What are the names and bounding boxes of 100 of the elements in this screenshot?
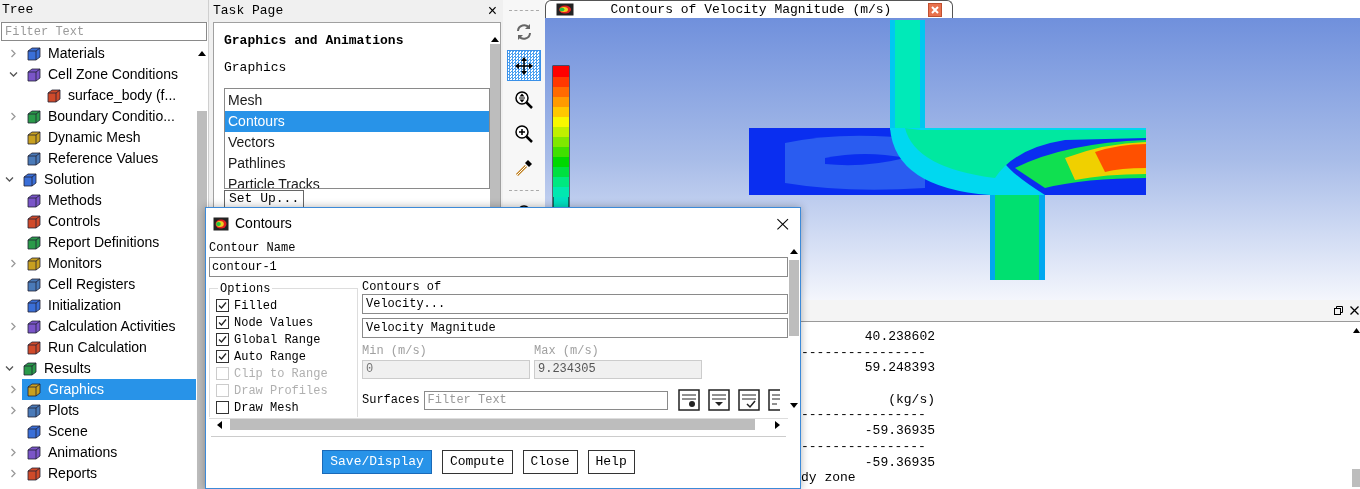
tree-item[interactable]: Calculation Activities bbox=[22, 316, 196, 337]
dialog-button[interactable]: Compute bbox=[441, 450, 513, 474]
cube-icon bbox=[26, 339, 42, 356]
checkbox[interactable] bbox=[216, 401, 229, 414]
dialog-button[interactable]: Help bbox=[587, 450, 635, 474]
filter-field[interactable]: Filter Text bbox=[423, 390, 668, 410]
list-item[interactable]: Pathlines bbox=[225, 152, 489, 174]
tree-item[interactable]: Results bbox=[18, 358, 196, 379]
console-rule: ---------------- bbox=[801, 407, 927, 424]
tree-item[interactable]: Boundary Conditio... bbox=[22, 106, 196, 127]
cube-icon bbox=[22, 360, 38, 377]
tree-item[interactable]: surface_body (f... bbox=[42, 85, 196, 106]
tree-item[interactable]: Scene bbox=[22, 421, 196, 442]
tree-item[interactable]: Reports bbox=[22, 463, 196, 484]
chevron-down-icon[interactable] bbox=[8, 70, 18, 79]
console-line: 40.238602 bbox=[863, 329, 935, 345]
scroll-up-icon[interactable] bbox=[491, 37, 499, 42]
contour-name-field[interactable]: contour-1 bbox=[209, 257, 788, 277]
close-icon[interactable] bbox=[1350, 306, 1359, 315]
scroll-up-icon[interactable] bbox=[790, 249, 798, 254]
chevron-down-icon[interactable] bbox=[4, 175, 14, 184]
zoom-fit-icon bbox=[514, 89, 534, 110]
console-line: (kg/s) bbox=[887, 391, 935, 408]
cube-icon bbox=[26, 234, 42, 251]
console-line: -59.36935 bbox=[863, 454, 935, 471]
dropdown[interactable]: Velocity Magnitude bbox=[362, 318, 788, 338]
contour-window-icon bbox=[213, 216, 229, 231]
scroll-up-icon[interactable] bbox=[198, 51, 206, 56]
chevron-down-icon[interactable] bbox=[4, 364, 14, 373]
restore-icon[interactable] bbox=[1334, 306, 1343, 315]
cube-icon bbox=[26, 150, 42, 167]
field-label: Max (m/s) bbox=[534, 343, 599, 360]
checkbox[interactable] bbox=[216, 316, 229, 329]
tree-item[interactable]: Run Calculation bbox=[22, 337, 196, 358]
cube-icon bbox=[22, 171, 38, 188]
cube-icon bbox=[26, 255, 42, 272]
field-label: Contour Name bbox=[209, 240, 296, 257]
checkbox-option[interactable]: Auto Range bbox=[216, 348, 357, 365]
close-button[interactable]: × bbox=[487, 3, 497, 19]
scroll-down-icon[interactable] bbox=[790, 403, 798, 408]
checkbox-option[interactable]: Global Range bbox=[216, 331, 357, 348]
graphics-tab[interactable]: Contours of Velocity Magnitude (m/s) bbox=[545, 0, 953, 18]
scroll-up-icon[interactable] bbox=[1352, 328, 1360, 333]
tree-item[interactable]: Reference Values bbox=[22, 148, 196, 169]
dropdown[interactable]: Velocity... bbox=[362, 294, 788, 314]
group-label: Graphics bbox=[224, 59, 287, 77]
cube-icon bbox=[26, 192, 42, 209]
close-icon bbox=[931, 5, 939, 14]
console-rule: ---------------- bbox=[801, 438, 927, 455]
tree-item[interactable]: Materials bbox=[22, 43, 196, 64]
tree-item[interactable]: Initialization bbox=[22, 295, 196, 316]
cube-icon bbox=[26, 423, 42, 440]
list-item[interactable]: Vectors bbox=[225, 131, 489, 153]
scroll-left-icon[interactable] bbox=[217, 420, 222, 429]
scrollbar-thumb[interactable] bbox=[1352, 469, 1360, 487]
scrollbar-thumb[interactable] bbox=[789, 260, 799, 336]
panel-title: Task Page bbox=[213, 2, 284, 21]
tree-item[interactable]: Report Definitions bbox=[22, 232, 196, 253]
tree-item[interactable]: Methods bbox=[22, 190, 196, 211]
window-title: Contours of Velocity Magnitude (m/s) bbox=[609, 0, 893, 19]
set-up-button[interactable]: Set Up... bbox=[224, 189, 304, 207]
tree-item[interactable]: Monitors bbox=[22, 253, 196, 274]
list-icon[interactable] bbox=[767, 389, 780, 411]
dialog-button[interactable]: Close bbox=[522, 450, 578, 474]
tool-button[interactable] bbox=[507, 50, 541, 81]
field-label: Surfaces bbox=[362, 392, 420, 409]
close-button[interactable] bbox=[928, 2, 942, 17]
scrollbar-thumb[interactable] bbox=[230, 419, 755, 430]
cube-icon bbox=[26, 213, 42, 230]
panel-title: Tree bbox=[0, 0, 208, 22]
console-line: 59.248393 bbox=[863, 360, 935, 377]
checkbox[interactable] bbox=[216, 299, 229, 312]
close-button[interactable]: × bbox=[773, 212, 792, 235]
move-icon bbox=[514, 55, 534, 76]
list-item[interactable]: Mesh bbox=[225, 89, 489, 111]
tree-item[interactable]: Controls bbox=[22, 211, 196, 232]
list-add-icon[interactable] bbox=[677, 389, 700, 411]
tree-item[interactable]: Cell Zone Conditions bbox=[22, 64, 196, 85]
scroll-right-icon[interactable] bbox=[775, 420, 780, 429]
filter-field[interactable]: Filter Text bbox=[1, 22, 207, 41]
tree-item[interactable]: Animations bbox=[22, 442, 196, 463]
checkbox-option[interactable]: Draw Mesh bbox=[216, 399, 357, 416]
zoom-in-icon bbox=[514, 123, 534, 144]
checkbox-option[interactable]: Node Values bbox=[216, 314, 357, 331]
tree-item[interactable]: Dynamic Mesh bbox=[22, 127, 196, 148]
tree-item[interactable]: Plots bbox=[22, 400, 196, 421]
list-dropdown-icon[interactable] bbox=[707, 389, 730, 411]
checkbox[interactable] bbox=[216, 333, 229, 346]
min-field[interactable]: 0 bbox=[362, 360, 530, 379]
cube-icon bbox=[26, 108, 42, 125]
cube-icon bbox=[26, 297, 42, 314]
checkbox[interactable] bbox=[216, 350, 229, 363]
eyedropper-icon bbox=[514, 157, 534, 178]
list-check-icon[interactable] bbox=[737, 389, 760, 411]
max-field[interactable]: 9.234305 bbox=[534, 360, 702, 379]
tree-item[interactable]: Cell Registers bbox=[22, 274, 196, 295]
tree-item[interactable]: Solution bbox=[18, 169, 196, 190]
cube-icon bbox=[26, 129, 42, 146]
checkbox-option[interactable]: Filled bbox=[216, 297, 357, 314]
cube-icon bbox=[26, 381, 42, 398]
